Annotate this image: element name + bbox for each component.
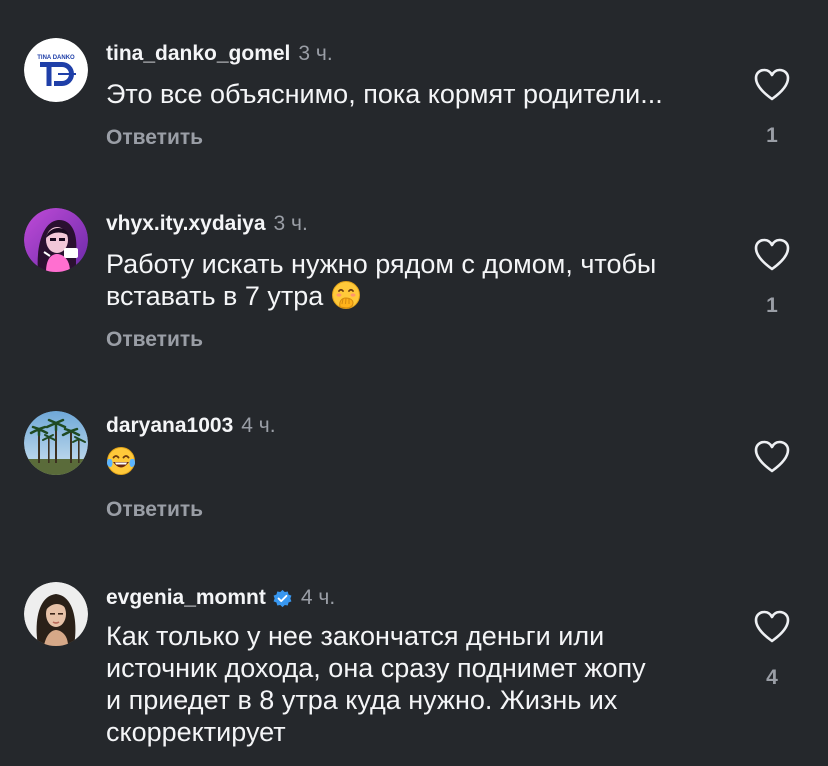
comment-text: Работу искать нужно рядом с домом, чтобы… [106, 248, 726, 312]
comment-item: evgenia_momnt 4 ч. Как только у нее зако… [0, 570, 828, 766]
heart-icon [754, 68, 790, 101]
comment-time: 3 ч. [273, 212, 308, 235]
like-button[interactable] [754, 610, 790, 644]
td-logo-avatar-icon: TINA DANKO [24, 38, 88, 102]
face-with-hand-over-mouth-icon [331, 280, 361, 310]
avatar[interactable] [24, 582, 88, 646]
avatar[interactable] [24, 411, 88, 475]
reply-button[interactable]: Ответить [106, 498, 203, 522]
username[interactable]: tina_danko_gomel [106, 42, 290, 66]
reply-button[interactable]: Ответить [106, 126, 203, 150]
comment-item: daryana1003 4 ч. Ответить [0, 380, 828, 570]
comment-text-line: источник дохода, она сразу поднимет жопу [106, 653, 646, 683]
reply-button[interactable]: Ответить [106, 328, 203, 352]
like-button[interactable] [754, 68, 790, 102]
comment-text: Как только у нее закончатся деньги или и… [106, 620, 726, 748]
heart-icon [754, 610, 790, 643]
comment-text-line: Работу искать нужно рядом с домом, чтобы [106, 249, 657, 279]
comment-item: vhyx.ity.xydaiya 3 ч. Работу искать нужн… [0, 190, 828, 380]
like-count[interactable]: 4 [752, 666, 792, 690]
comment-time: 4 ч. [300, 586, 336, 609]
face-with-tears-of-joy-icon [106, 446, 136, 476]
svg-text:TINA DANKO: TINA DANKO [37, 55, 75, 61]
username[interactable]: daryana1003 [106, 414, 233, 438]
comment-text [106, 446, 726, 478]
like-count[interactable]: 1 [752, 124, 792, 148]
comment-text: Это все объяснимо, пока кормят родители.… [106, 79, 663, 109]
comment-time: 4 ч. [241, 414, 276, 437]
comment-item: TINA DANKO tina_danko_gomel 3 ч. Это все… [0, 0, 828, 190]
woman-portrait-avatar-icon [24, 582, 88, 646]
comment-text-line: вставать в 7 утра [106, 280, 726, 312]
username[interactable]: evgenia_momnt [106, 586, 266, 610]
comment-text-line: скорректирует [106, 717, 286, 747]
like-button[interactable] [754, 238, 790, 272]
avatar[interactable] [24, 208, 88, 272]
username[interactable]: vhyx.ity.xydaiya [106, 212, 266, 236]
like-count[interactable]: 1 [752, 294, 792, 318]
heart-icon [754, 238, 790, 271]
comment-time: 3 ч. [298, 42, 333, 65]
like-button[interactable] [754, 440, 790, 474]
heart-icon [754, 440, 790, 473]
palm-trees-avatar-icon [24, 411, 88, 475]
illustrated-girl-avatar-icon [24, 208, 88, 272]
verified-badge-icon [272, 588, 293, 609]
comment-text-line: Как только у нее закончатся деньги или [106, 621, 605, 651]
comment-text-line: и приедет в 8 утра куда нужно. Жизнь их [106, 685, 618, 715]
avatar[interactable]: TINA DANKO [24, 38, 88, 102]
